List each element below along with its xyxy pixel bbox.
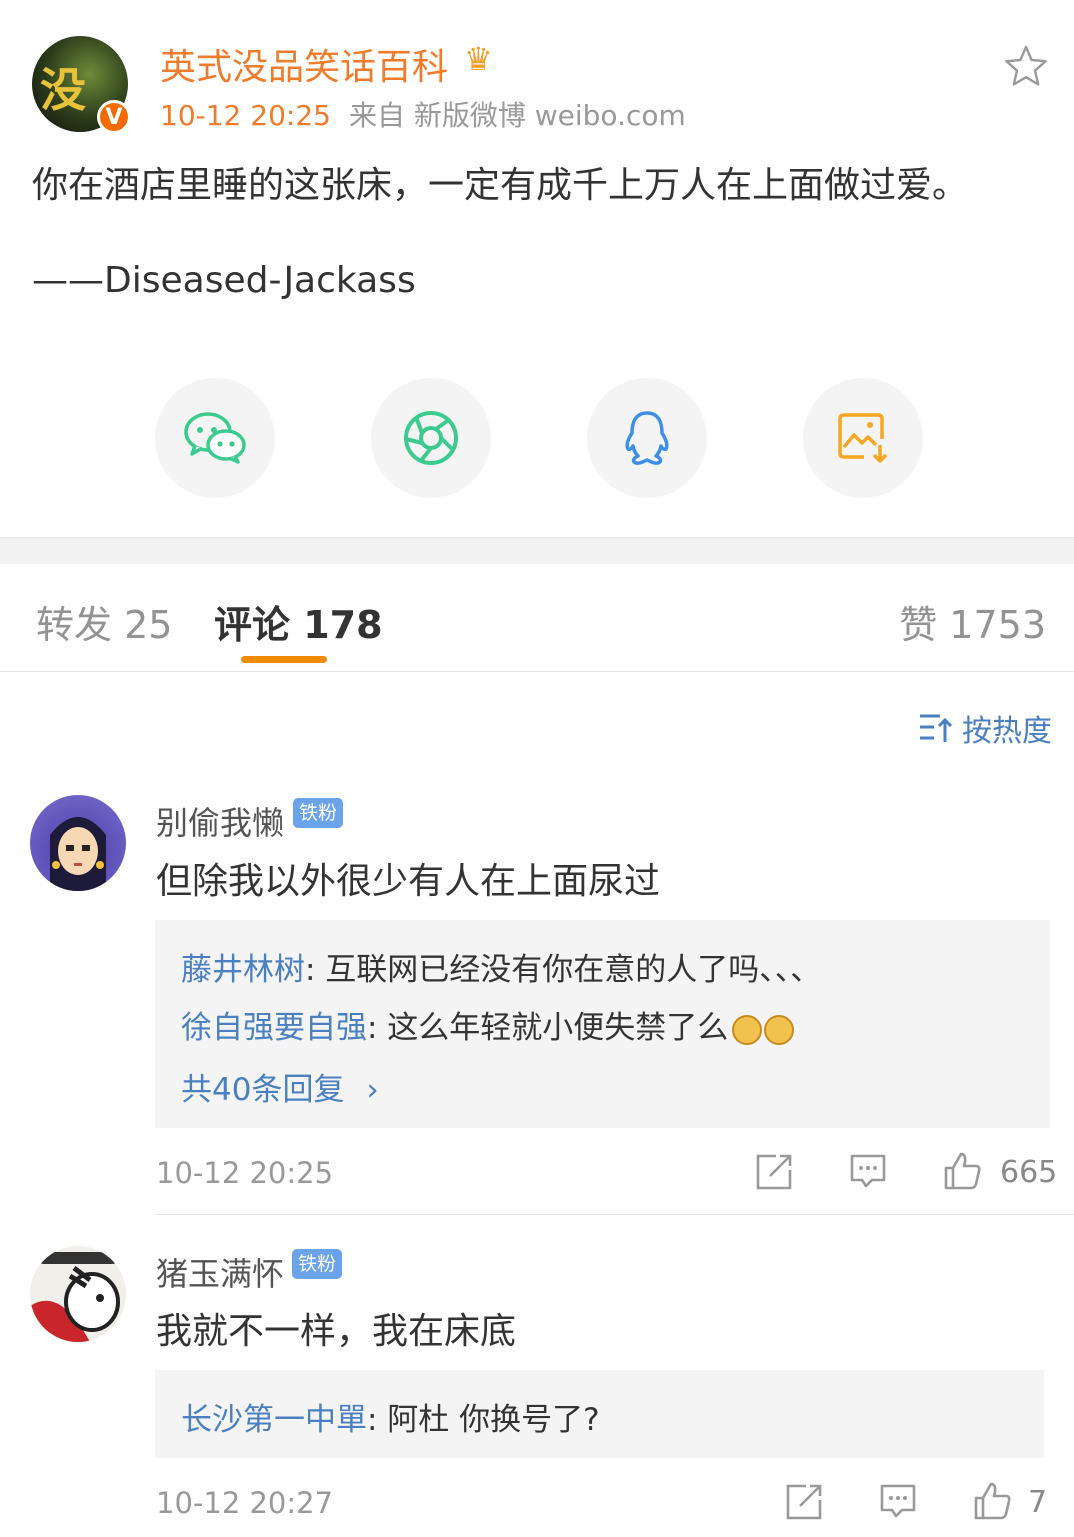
commenter-name[interactable]: 猪玉满怀 xyxy=(156,1249,284,1295)
sort-icon xyxy=(920,714,953,742)
share-moments-button[interactable] xyxy=(371,378,491,498)
post-text: 你在酒店里睡的这张床，一定有成千上万人在上面做过爱。 xyxy=(32,165,969,206)
comment-icon[interactable] xyxy=(848,1152,888,1192)
sort-by-hot-button[interactable]: 按热度 xyxy=(918,706,1052,750)
chevron-right-icon: › xyxy=(366,1072,379,1108)
more-replies-link[interactable]: 共40条回复 › xyxy=(181,1064,379,1109)
reply-text: : 互联网已经没有你在意的人了吗、、、 xyxy=(305,952,822,988)
avatar-text: 没 xyxy=(40,63,86,117)
fan-badge: 铁粉 xyxy=(293,798,344,828)
moments-icon xyxy=(404,411,458,465)
favorite-star-icon[interactable] xyxy=(1004,44,1048,88)
reply-author[interactable]: 长沙第一中單 xyxy=(181,1402,367,1438)
doge-emoji-icon xyxy=(732,1014,763,1045)
avatar-illustration xyxy=(50,817,106,891)
comment-text: 但除我以外很少有人在上面尿过 xyxy=(156,861,661,902)
sort-label: 按热度 xyxy=(962,714,1052,749)
tab-comments[interactable]: 评论 178 xyxy=(214,594,383,649)
reply-author[interactable]: 藤井林树 xyxy=(181,952,305,988)
avatar-illustration xyxy=(30,1252,120,1342)
tab-repost[interactable]: 转发 25 xyxy=(36,594,172,649)
qq-icon xyxy=(625,411,669,465)
reply-author[interactable]: 徐自强要自强 xyxy=(181,1010,367,1046)
share-wechat-button[interactable] xyxy=(155,378,275,498)
reply-item: 徐自强要自强: 这么年轻就小便失禁了么 xyxy=(181,1002,795,1047)
wechat-icon xyxy=(184,412,246,464)
reply-box[interactable]: 藤井林树: 互联网已经没有你在意的人了吗、、、 徐自强要自强: 这么年轻就小便失… xyxy=(155,920,1050,1128)
reply-text: : 这么年轻就小便失禁了么 xyxy=(367,1010,729,1046)
more-replies-label: 共40条回复 xyxy=(181,1072,345,1108)
like-count: 665 xyxy=(1000,1155,1058,1190)
post-signature: ——Diseased-Jackass xyxy=(32,260,416,301)
verified-badge-icon: V xyxy=(97,100,131,134)
like-icon[interactable] xyxy=(942,1150,982,1190)
comment-time: 10-12 20:27 xyxy=(156,1486,334,1520)
comment-text: 我就不一样，我在床底 xyxy=(156,1311,517,1352)
commenter-avatar[interactable] xyxy=(30,1246,126,1342)
reply-text: : 阿杜 你换号了? xyxy=(367,1402,600,1438)
repost-icon[interactable] xyxy=(784,1482,824,1522)
share-qq-button[interactable] xyxy=(587,378,707,498)
author-name[interactable]: 英式没品笑话百科 xyxy=(160,38,448,90)
fan-badge: 铁粉 xyxy=(292,1249,343,1279)
reply-item: 藤井林树: 互联网已经没有你在意的人了吗、、、 xyxy=(181,944,821,989)
section-divider xyxy=(0,537,1074,564)
post-meta: 10-12 20:25 来自 新版微博 weibo.com xyxy=(160,94,686,134)
doge-emoji-icon xyxy=(764,1014,795,1045)
tab-likes[interactable]: 赞 1753 xyxy=(899,594,1046,649)
comment-icon[interactable] xyxy=(878,1482,918,1522)
reply-item: 长沙第一中單: 阿杜 你换号了? xyxy=(181,1394,600,1439)
crown-icon: ♛ xyxy=(464,40,493,78)
post-time: 10-12 20:25 xyxy=(160,99,331,132)
commenter-name[interactable]: 别偷我懒 xyxy=(156,798,284,844)
like-count: 7 xyxy=(1028,1485,1048,1520)
reply-box[interactable]: 长沙第一中單: 阿杜 你换号了? xyxy=(155,1370,1044,1458)
commenter-avatar[interactable] xyxy=(30,795,126,891)
comment-time: 10-12 20:25 xyxy=(156,1156,334,1190)
tabs-divider xyxy=(0,671,1074,672)
active-tab-indicator xyxy=(241,656,327,663)
post-source: 来自 新版微博 weibo.com xyxy=(348,99,686,132)
repost-icon[interactable] xyxy=(754,1152,794,1192)
save-image-icon xyxy=(838,413,888,463)
comment-divider xyxy=(155,1214,1074,1215)
save-image-button[interactable] xyxy=(803,378,923,498)
like-icon[interactable] xyxy=(972,1480,1012,1520)
